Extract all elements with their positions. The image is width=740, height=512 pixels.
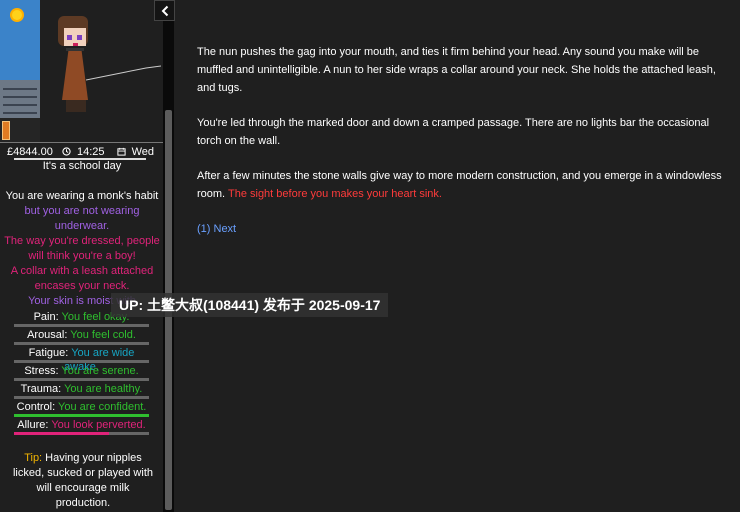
story-text-highlight: The sight before you makes your heart si… <box>227 188 442 200</box>
gender-appearance-text: The way you're dressed, people will thin… <box>4 235 160 262</box>
stat-trauma: Trauma: You are healthy. <box>14 382 149 400</box>
status-row: £4844.00 14:25 Wed <box>0 146 164 158</box>
story-paragraph-2: You're led through the marked door and d… <box>197 117 710 147</box>
candle-icon <box>2 121 10 140</box>
tip-label: Tip: <box>24 452 43 464</box>
next-link[interactable]: (1) Next <box>197 223 236 235</box>
time-display: 14:25 <box>62 146 108 158</box>
time-value: 14:25 <box>76 146 105 158</box>
clock-icon <box>62 147 71 156</box>
underwear-text: but you are not wearing underwear. <box>24 205 140 232</box>
stat-bar <box>14 378 149 381</box>
character-monk-habit <box>62 50 88 100</box>
watermark-overlay: UP: 土鳖大叔(108441) 发布于 2025-09-17 <box>111 293 389 317</box>
stats-list: Pain: You feel okay. Arousal: You feel c… <box>14 310 149 436</box>
stat-allure: Allure: You look perverted. <box>14 418 149 436</box>
character-description: You are wearing a monk's habit but you a… <box>4 189 160 309</box>
stat-value: You feel cold. <box>70 329 136 341</box>
stat-control: Control: You are confident. <box>14 400 149 418</box>
stat-value: You are serene. <box>61 365 139 377</box>
character-gag <box>73 43 78 46</box>
character-scene <box>0 0 164 142</box>
chevron-left-icon <box>161 5 168 16</box>
stat-bar-fill <box>14 432 109 435</box>
stat-label: Fatigue <box>28 347 66 359</box>
weekday-value: Wed <box>131 146 155 158</box>
story-paragraph-3: After a few minutes the stone walls give… <box>197 167 727 203</box>
calendar-icon <box>116 147 126 156</box>
weather-sun-icon <box>12 10 22 20</box>
collapse-sidebar-button[interactable] <box>154 0 175 21</box>
date-display: Wed <box>116 146 157 158</box>
character-eye-left <box>67 35 72 40</box>
stat-label: Trauma <box>20 383 59 395</box>
stat-bar <box>14 324 149 327</box>
character-feet <box>66 100 86 112</box>
story-links: (1) Next <box>197 220 727 238</box>
character-eye-right <box>77 35 82 40</box>
stat-label: Pain <box>33 311 56 323</box>
divider <box>0 142 164 143</box>
character-collar <box>66 48 84 51</box>
sidebar-scrollbar[interactable] <box>163 0 174 512</box>
day-note: It's a school day <box>42 160 122 172</box>
story-paragraph-1: The nun pushes the gag into your mouth, … <box>197 46 716 94</box>
stat-bar <box>14 396 149 399</box>
story-text: The nun pushes the gag into your mouth, … <box>197 43 727 255</box>
town-building <box>0 80 40 120</box>
stat-value: You are confident. <box>58 401 147 413</box>
stat-value: You are healthy. <box>64 383 143 395</box>
stat-label: Stress <box>24 365 56 377</box>
collar-text: A collar with a leash attached encases y… <box>10 265 154 292</box>
clothing-text: You are wearing a monk's habit <box>5 190 159 202</box>
stat-label: Arousal <box>27 329 65 341</box>
stat-bar <box>14 342 149 345</box>
story-panel: The nun pushes the gag into your mouth, … <box>175 0 740 512</box>
leash-line <box>86 65 161 81</box>
stat-label: Control <box>16 401 53 413</box>
stat-value: You look perverted. <box>51 419 146 431</box>
stat-stress: Stress: You are serene. <box>14 364 149 382</box>
stat-arousal: Arousal: You feel cold. <box>14 328 149 346</box>
stat-bar-fill <box>14 414 149 417</box>
stat-fatigue: Fatigue: You are wide awake. <box>14 346 149 373</box>
stat-bar <box>14 360 149 363</box>
sidebar: £4844.00 14:25 Wed It's a school day You… <box>0 0 164 512</box>
tip-box: Tip: Having your nipples licked, sucked … <box>8 451 158 511</box>
money-value: £4844.00 <box>6 146 53 158</box>
stat-label: Allure <box>17 419 46 431</box>
